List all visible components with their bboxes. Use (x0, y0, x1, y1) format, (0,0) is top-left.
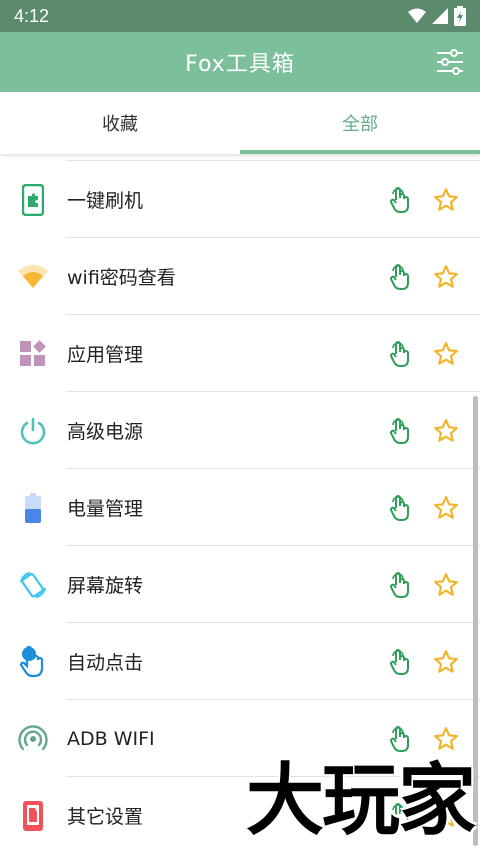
tool-label: 其它设置 (67, 806, 144, 828)
launch-button[interactable] (386, 416, 414, 446)
tool-label: 应用管理 (67, 344, 144, 366)
launch-button[interactable] (386, 262, 414, 292)
star-icon (434, 418, 458, 442)
wifi-icon (16, 260, 50, 294)
settings-phone-icon (16, 799, 50, 833)
watermark: 大玩家 (245, 756, 476, 846)
star-icon (434, 187, 458, 211)
list-item[interactable]: 电量管理 (0, 469, 480, 546)
power-icon (16, 414, 50, 448)
tool-label: 一键刷机 (67, 190, 144, 212)
tool-label: 高级电源 (67, 421, 144, 443)
tool-label: wifi密码查看 (67, 267, 176, 289)
touch-icon (390, 571, 409, 598)
list-item[interactable]: wifi密码查看 (0, 238, 480, 315)
touch-icon (390, 648, 409, 675)
launch-button[interactable] (386, 339, 414, 369)
battery-icon (16, 491, 50, 525)
sliders-icon (437, 49, 463, 75)
tab-favorites-label: 收藏 (102, 114, 138, 135)
launch-button[interactable] (386, 647, 414, 677)
app-title: Fox工具箱 (185, 52, 295, 77)
favorite-star-button[interactable] (432, 494, 460, 522)
star-icon (434, 649, 458, 673)
tool-label: 屏幕旋转 (67, 575, 144, 597)
launch-button[interactable] (386, 185, 414, 215)
favorite-star-button[interactable] (432, 571, 460, 599)
tool-label: ADB WIFI (67, 727, 155, 750)
touch-icon (390, 340, 409, 367)
list-item[interactable]: 应用管理 (0, 315, 480, 392)
star-icon (434, 341, 458, 365)
star-icon (434, 264, 458, 288)
tab-all-label: 全部 (342, 114, 378, 135)
list-item[interactable]: 自动点击 (0, 623, 480, 700)
phone-puzzle-icon (16, 183, 50, 217)
favorite-star-button[interactable] (432, 263, 460, 291)
auto-click-icon (16, 645, 50, 679)
touch-icon (390, 417, 409, 444)
list-item[interactable]: 高级电源 (0, 392, 480, 469)
favorite-star-button[interactable] (432, 186, 460, 214)
favorite-star-button[interactable] (432, 340, 460, 368)
list-item[interactable]: 屏幕旋转 (0, 546, 480, 623)
touch-icon (390, 263, 409, 290)
launch-button[interactable] (386, 570, 414, 600)
filter-settings-button[interactable] (434, 46, 466, 78)
favorite-star-button[interactable] (432, 417, 460, 445)
status-icons (408, 6, 466, 26)
app-bar: Fox工具箱 (0, 32, 480, 92)
star-icon (434, 572, 458, 596)
tool-label: 电量管理 (67, 498, 144, 520)
tab-all[interactable]: 全部 (240, 92, 480, 154)
tool-label: 自动点击 (67, 652, 144, 674)
status-time: 4:12 (14, 5, 50, 26)
status-bar: 4:12 (0, 0, 480, 32)
star-icon (434, 495, 458, 519)
cell-signal-icon (432, 8, 448, 24)
battery-status-icon (454, 6, 466, 26)
tab-favorites[interactable]: 收藏 (0, 92, 240, 154)
screen-rotation-icon (16, 568, 50, 602)
touch-icon (390, 186, 409, 213)
favorite-star-button[interactable] (432, 648, 460, 676)
tab-bar: 收藏 全部 (0, 92, 480, 154)
tab-indicator (240, 150, 480, 154)
wifi-signal-icon (408, 8, 426, 23)
launch-button[interactable] (386, 493, 414, 523)
list-item[interactable]: 一键刷机 (0, 161, 480, 238)
touch-icon (390, 494, 409, 521)
apps-grid-icon (16, 337, 50, 371)
adb-wifi-icon (16, 722, 50, 756)
